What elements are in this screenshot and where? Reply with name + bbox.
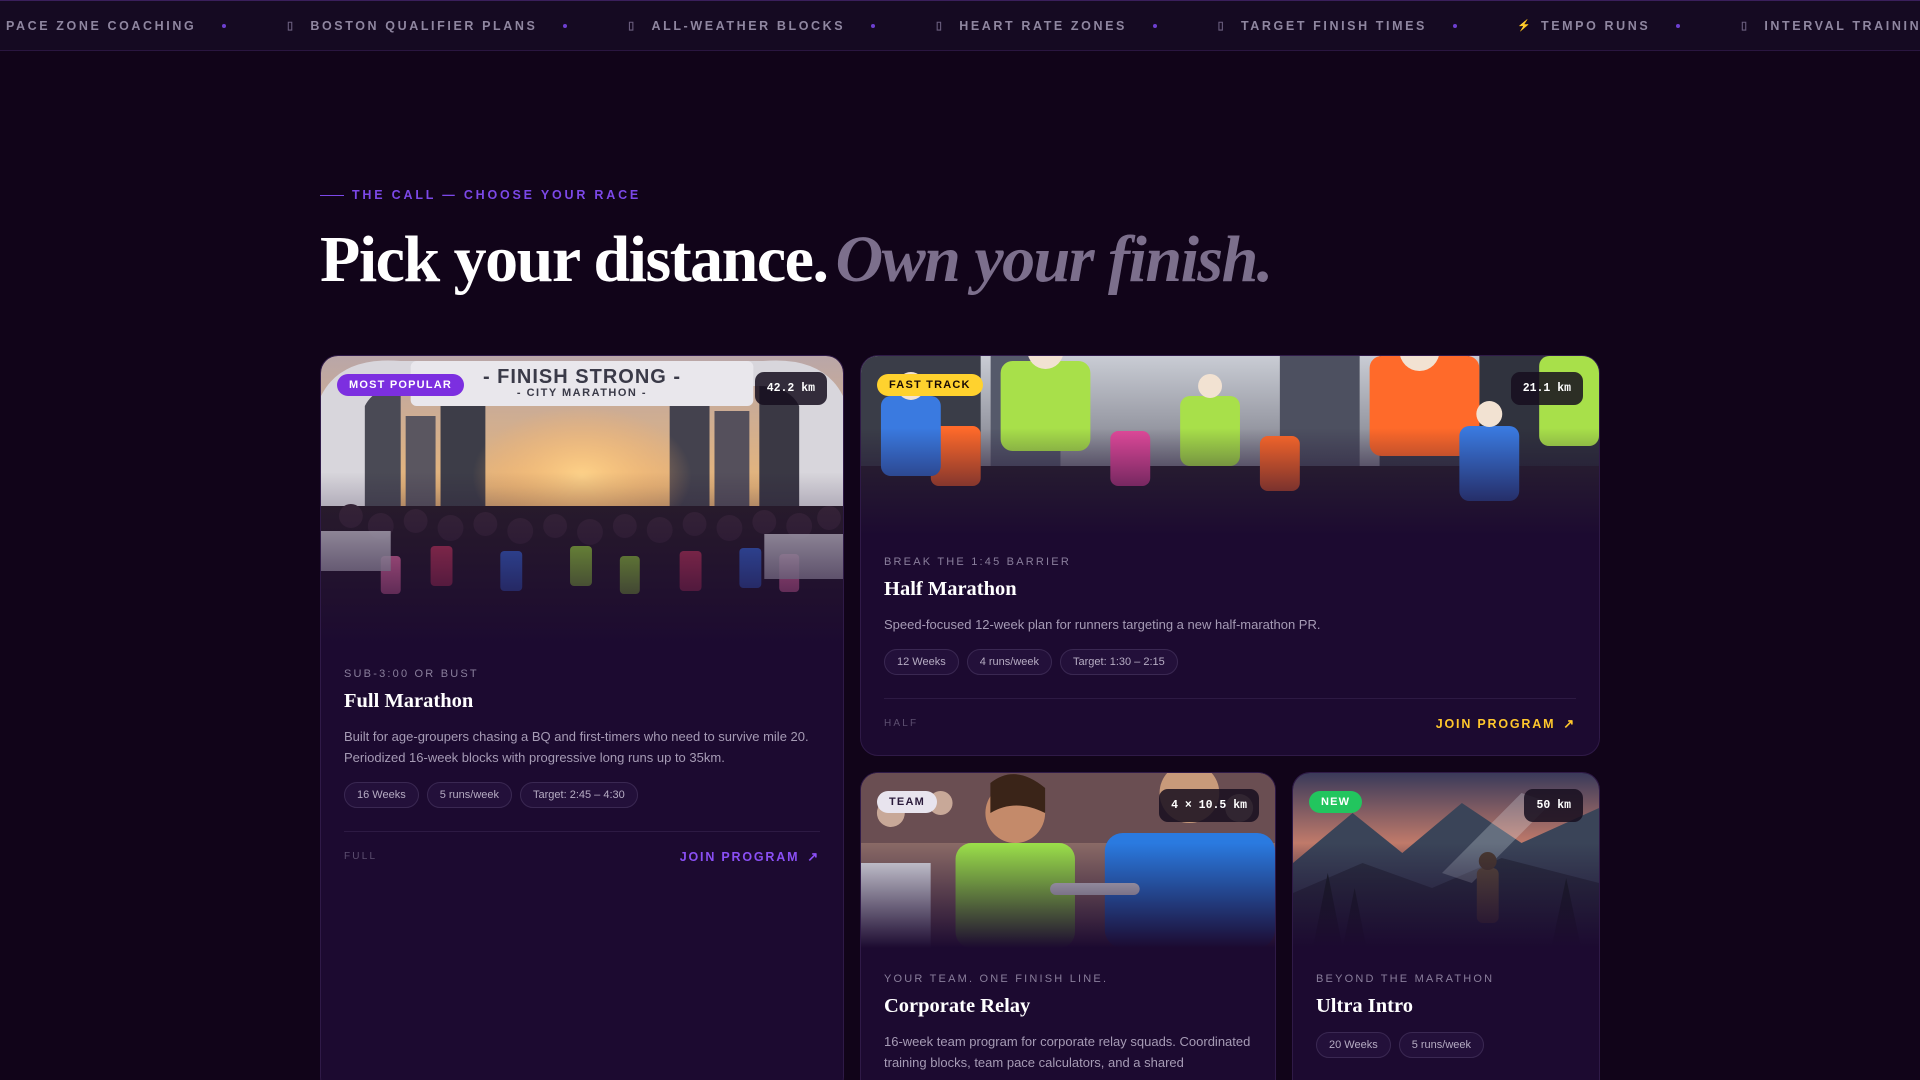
badge-fast-track: FAST TRACK — [877, 374, 983, 396]
card-image-fade — [861, 843, 1275, 948]
ticker-separator-dot — [1676, 23, 1681, 28]
ticker-item-label: PACE ZONE COACHING — [6, 18, 197, 33]
card-tags: 16 Weeks 5 runs/week Target: 2:45 – 4:30 — [344, 782, 820, 808]
card-kicker: BREAK THE 1:45 BARRIER — [884, 556, 1071, 568]
ticker-item-label: BOSTON QUALIFIER PLANS — [310, 18, 538, 33]
ticker-bar: PACE ZONE COACHING ▯ BOSTON QUALIFIER PLAN… — [0, 0, 1920, 51]
ticker-item: ▯ HEART RATE ZONES — [935, 19, 1217, 33]
page-headline: Pick your distance. Own your finish. — [320, 222, 1273, 298]
badge-new: NEW — [1309, 791, 1363, 813]
section-eyebrow: THE CALL — CHOOSE YOUR RACE — [320, 188, 641, 202]
ticker-item: ▯ ALL-WEATHER BLOCKS — [627, 19, 935, 33]
ticker-item: ▯ BOSTON QUALIFIER PLANS — [286, 19, 627, 33]
card-image-fade — [1293, 843, 1599, 948]
card-description: Built for age-groupers chasing a BQ and … — [344, 729, 809, 765]
arrow-up-right-icon: ↗ — [807, 848, 820, 864]
tag-weeks: 16 Weeks — [344, 782, 419, 808]
card-footer: FULL JOIN PROGRAM ↗ — [344, 831, 820, 881]
card-footer: HALF JOIN PROGRAM ↗ — [884, 698, 1576, 748]
ticker-separator-dot — [1153, 23, 1157, 28]
card-description: 16-week team program for corporate relay… — [884, 1034, 1251, 1070]
program-card-half-marathon[interactable]: FAST TRACK 21.1 km BREAK THE 1:45 BARRIE… — [860, 355, 1600, 756]
tag-target: Target: 2:45 – 4:30 — [520, 782, 638, 808]
card-kicker: YOUR TEAM. ONE FINISH LINE. — [884, 973, 1109, 985]
ticker-bullet-icon: ▯ — [628, 20, 637, 32]
join-program-button[interactable]: JOIN PROGRAM ↗ — [680, 849, 820, 865]
card-tags: 12 Weeks 4 runs/week Target: 1:30 – 2:15 — [884, 649, 1576, 675]
ticker-bullet-icon: ▯ — [1741, 20, 1750, 32]
join-program-label: JOIN PROGRAM — [679, 849, 800, 864]
distance-chip: 42.2 km — [754, 372, 827, 405]
tag-weeks: 20 Weeks — [1316, 1032, 1391, 1058]
card-tags: 20 Weeks 5 runs/week — [1316, 1032, 1576, 1058]
ticker-item-label: TEMPO RUNS — [1540, 18, 1651, 33]
ticker-bullet-icon: ▯ — [1217, 20, 1227, 32]
program-card-corporate-relay[interactable]: TEAM 4 × 10.5 km YOUR TEAM. ONE FINISH L… — [860, 772, 1276, 1080]
program-card-ultra-intro[interactable]: NEW 50 km BEYOND THE MARATHON Ultra Intr… — [1292, 772, 1600, 1080]
eyebrow-line — [320, 194, 344, 196]
tag-runs: 5 runs/week — [1398, 1032, 1485, 1058]
card-foot-label: HALF — [884, 718, 919, 729]
badge-most-popular: MOST POPULAR — [337, 374, 465, 396]
ticker-item: ⚡ TEMPO RUNS — [1517, 19, 1740, 33]
tag-runs: 5 runs/week — [426, 782, 513, 808]
program-card-full-marathon[interactable]: - FINISH STRONG - - CITY MARATHON - MOST… — [320, 355, 844, 1080]
card-title: Half Marathon — [884, 578, 1017, 600]
card-body: SUB-3:00 OR BUST Full Marathon Built for… — [344, 668, 820, 808]
card-image-fade — [861, 428, 1599, 536]
ticker-separator-dot — [1452, 23, 1457, 28]
card-image-fade — [321, 472, 843, 646]
headline-main: Pick your distance. — [320, 223, 829, 296]
ticker-bullet-icon: ▯ — [287, 20, 296, 32]
ticker-item: PACE ZONE COACHING — [6, 19, 286, 33]
badge-team: TEAM — [877, 791, 937, 813]
tag-weeks: 12 Weeks — [884, 649, 959, 675]
card-kicker: BEYOND THE MARATHON — [1316, 973, 1495, 985]
headline-muted: Own your finish. — [835, 223, 1273, 296]
ticker-item-label: TARGET FINISH TIMES — [1241, 18, 1427, 33]
ticker-item-label: INTERVAL TRAINING — [1764, 18, 1920, 33]
card-title: Full Marathon — [344, 690, 474, 712]
card-body: BREAK THE 1:45 BARRIER Half Marathon Spe… — [884, 556, 1576, 675]
card-kicker: SUB-3:00 OR BUST — [344, 668, 479, 680]
ticker-separator-dot — [563, 23, 568, 28]
join-program-label: JOIN PROGRAM — [1435, 716, 1556, 731]
ticker-item: ▯ INTERVAL TRAINING — [1740, 19, 1920, 33]
arrow-up-right-icon: ↗ — [1563, 715, 1576, 731]
card-body: BEYOND THE MARATHON Ultra Intro 20 Weeks… — [1316, 973, 1576, 1058]
ticker-item-label: HEART RATE ZONES — [959, 18, 1127, 33]
ticker-separator-dot — [222, 23, 227, 28]
ticker-item: ▯ TARGET FINISH TIMES — [1217, 19, 1517, 33]
card-title: Corporate Relay — [884, 995, 1031, 1017]
ticker-bullet-icon: ▯ — [935, 20, 945, 32]
lightning-icon: ⚡ — [1516, 20, 1534, 32]
ticker-track: PACE ZONE COACHING ▯ BOSTON QUALIFIER PLAN… — [6, 1, 1920, 50]
card-foot-label: FULL — [344, 851, 378, 862]
card-description: Speed-focused 12-week plan for runners t… — [884, 617, 1321, 632]
tag-runs: 4 runs/week — [966, 649, 1053, 675]
tag-target: Target: 1:30 – 2:15 — [1060, 649, 1178, 675]
join-program-button[interactable]: JOIN PROGRAM ↗ — [1436, 716, 1576, 732]
ticker-item-label: ALL-WEATHER BLOCKS — [651, 18, 846, 33]
card-body: YOUR TEAM. ONE FINISH LINE. Corporate Re… — [884, 973, 1252, 1073]
card-title: Ultra Intro — [1316, 995, 1413, 1017]
distance-chip: 21.1 km — [1510, 372, 1583, 405]
eyebrow-text: THE CALL — CHOOSE YOUR RACE — [352, 188, 642, 202]
ticker-separator-dot — [871, 23, 876, 28]
distance-chip: 4 × 10.5 km — [1159, 789, 1259, 822]
distance-chip: 50 km — [1524, 789, 1583, 822]
